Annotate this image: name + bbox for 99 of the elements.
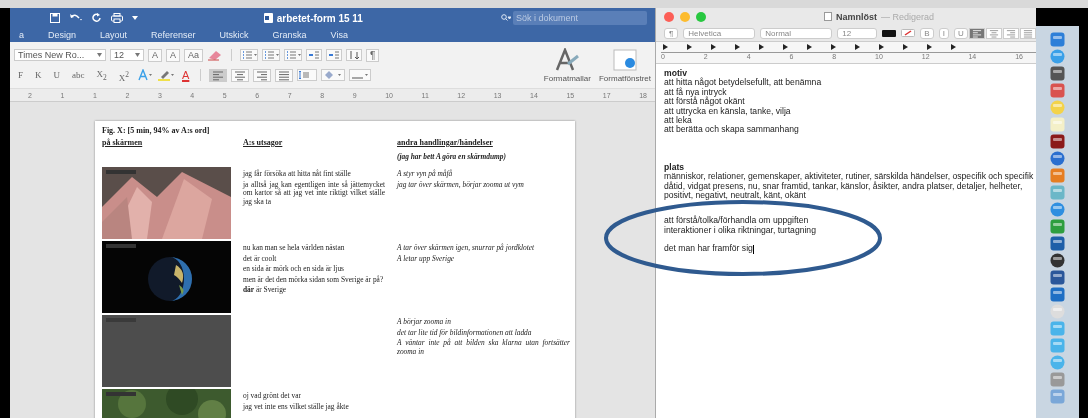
text-line: att förstå något okänt [664, 97, 746, 107]
styles-icon [554, 47, 581, 72]
caret-icon[interactable] [132, 16, 138, 20]
caret-icon[interactable] [135, 53, 140, 57]
text-line: att förstå/tolka/förhandla om uppgiften [664, 216, 809, 226]
highlight-color-icon[interactable] [901, 29, 916, 37]
ribbon-tab[interactable]: Layout [99, 30, 129, 40]
format-button[interactable]: U [49, 68, 64, 82]
close-button[interactable] [664, 11, 674, 22]
redo-icon[interactable] [92, 13, 102, 23]
format-button[interactable]: X$^{2}$ [114, 68, 133, 82]
ribbon-tab[interactable]: Design [47, 30, 78, 40]
tab-stop-icon[interactable] [927, 44, 932, 50]
font-color-button[interactable]: A [179, 68, 193, 82]
tab-stop-icon[interactable] [735, 44, 740, 50]
tab-stop-icon[interactable] [879, 44, 884, 50]
text-line: att hitta något betydelsefullt, att benämna [664, 78, 823, 88]
text-line: att leka [664, 116, 692, 126]
sort-icon[interactable] [346, 49, 363, 61]
ribbon-tab[interactable]: Utskick [218, 30, 250, 40]
tab-stop-icon[interactable] [663, 44, 668, 50]
figure-caption: Fig. X: [5 min, 94% av A:s ord] [102, 127, 211, 137]
list-icon[interactable] [240, 49, 259, 61]
tab-stop-icon[interactable] [807, 44, 812, 50]
pane-icon [612, 47, 638, 72]
column-heading: på skärmen [102, 139, 144, 148]
text-line: interaktioner i olika riktningar, turtagning [664, 225, 817, 236]
align-button[interactable] [1019, 27, 1036, 39]
column-heading: A:s utsagor [243, 139, 284, 148]
tab-stop-icon[interactable] [711, 44, 716, 50]
border-icon[interactable] [349, 69, 372, 81]
ribbon-tab[interactable]: Referenser [150, 30, 197, 40]
tab-stop-icon[interactable] [687, 44, 692, 50]
window-title: arbetet-form 15 11 [276, 12, 363, 24]
font-menu[interactable]: Helvetica [683, 27, 756, 39]
align-button[interactable] [209, 68, 228, 82]
format-button[interactable]: U [953, 27, 968, 39]
align-button[interactable] [968, 27, 985, 39]
text-line: människor, relationer, gemenskaper, aktiviteter, rutiner, särskilda händelser, ospecifik och specifik dåtid, vidgat presens, nu, snar framtid, tankar, känslor, åsikter, andra platser, detaljer, helheter, positivt, negativt, neutralt, känt, okänt [664, 172, 1035, 201]
tab-stop-icon[interactable] [903, 44, 908, 50]
align-button[interactable] [985, 27, 1002, 39]
text-line: att få nya intryck [664, 87, 727, 98]
align-button[interactable] [1002, 27, 1019, 39]
ribbon-tab[interactable]: a [18, 30, 25, 40]
font-size-field[interactable]: 12 [110, 49, 144, 61]
search-icon [501, 14, 511, 22]
section-heading: plats [664, 162, 686, 172]
app-icon[interactable] [1050, 134, 1065, 149]
styles-button[interactable]: Formatfönstret [599, 47, 651, 83]
indent-icon[interactable] [306, 49, 323, 61]
undo-icon[interactable] [69, 13, 83, 23]
document-icon [824, 12, 832, 21]
format-button[interactable]: F [14, 68, 27, 82]
caret-icon[interactable] [97, 53, 102, 57]
tab-stop-icon[interactable] [951, 44, 956, 50]
ribbon-tab[interactable]: Granska [271, 30, 308, 40]
tab-stop-icon[interactable] [855, 44, 860, 50]
app-icon[interactable] [1050, 270, 1065, 285]
font-size-menu[interactable]: 12 [837, 27, 878, 39]
shading-icon[interactable] [321, 69, 346, 81]
window-title: Namnlöst [836, 11, 877, 22]
tab-stop-icon[interactable] [831, 44, 836, 50]
format-button[interactable]: K [31, 68, 46, 82]
align-button[interactable] [231, 68, 250, 82]
column-heading: andra handlingar/händelser [397, 139, 494, 148]
indent-icon[interactable] [326, 49, 343, 61]
print-icon[interactable] [111, 13, 123, 23]
pilcrow-button[interactable]: ¶ [366, 48, 380, 62]
format-button[interactable]: abc [68, 68, 89, 82]
font-field[interactable]: Times New Ro... [14, 49, 106, 61]
format-button[interactable]: I [938, 27, 949, 39]
paragraph-menu[interactable]: ¶ [664, 27, 679, 39]
font-size-button[interactable]: Aa [184, 48, 204, 62]
format-button[interactable]: X$_{2}$ [92, 68, 111, 82]
list-icon[interactable] [284, 49, 303, 61]
dark-panel [1036, 8, 1079, 26]
save-icon[interactable] [50, 13, 60, 23]
text-line: det man har framför sig [664, 244, 755, 254]
text-line: att berätta och skapa sammanhang [664, 125, 800, 135]
font-size-button[interactable]: A [148, 48, 162, 62]
document-icon [263, 13, 273, 23]
app-icon[interactable] [1050, 66, 1065, 81]
align-button[interactable] [275, 68, 294, 82]
section-heading: motiv [664, 69, 688, 78]
styles-button[interactable]: Formatmallar [543, 47, 591, 83]
app-icon[interactable] [1050, 253, 1065, 268]
style-menu[interactable]: Normal [760, 27, 833, 39]
font-size-button[interactable]: A [166, 48, 181, 62]
list-icon[interactable] [262, 49, 281, 61]
text-effects-icon[interactable] [137, 69, 153, 81]
tab-stop-icon[interactable] [783, 44, 788, 50]
align-button[interactable] [253, 68, 272, 82]
tab-stop-icon[interactable] [759, 44, 764, 50]
color-swatch-icon[interactable] [882, 29, 897, 37]
ribbon-tab[interactable]: Visa [329, 30, 349, 40]
app-icon[interactable] [1050, 236, 1065, 251]
format-button[interactable]: B [920, 27, 934, 39]
highlighter-icon[interactable] [157, 69, 175, 81]
text-line: att uttrycka en känsla, tanke, vilja [664, 106, 792, 117]
